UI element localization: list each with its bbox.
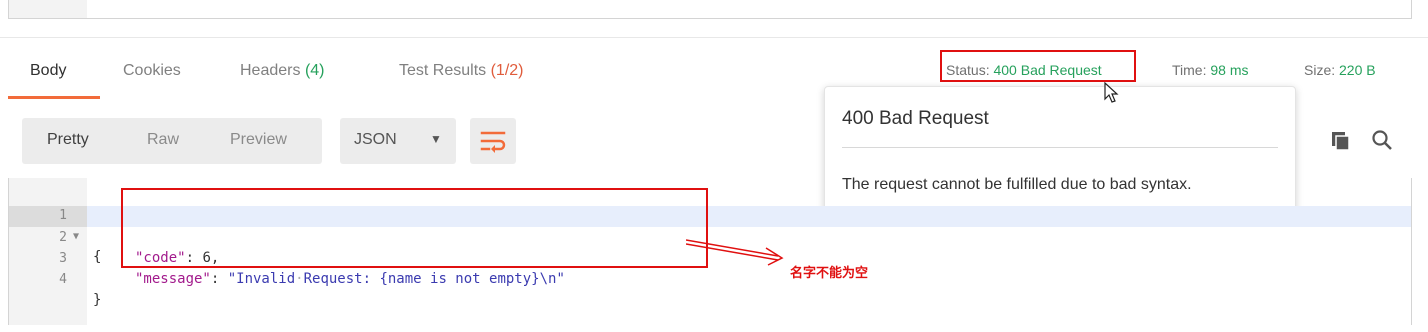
request-body-panel: [8, 0, 1412, 19]
search-button[interactable]: [1370, 128, 1394, 157]
time-label: Time:: [1172, 62, 1207, 78]
view-preview-button[interactable]: Preview: [230, 131, 287, 149]
size-value: 220 B: [1339, 62, 1376, 78]
annotation-note: 名字不能为空: [790, 266, 869, 281]
chevron-down-icon: ▼: [430, 132, 442, 146]
size-meta[interactable]: Size: 220 B: [1304, 62, 1376, 78]
tab-test-results-count: (1/2): [490, 62, 524, 79]
tab-body[interactable]: Body: [30, 62, 66, 80]
whitespace-dot: ·: [295, 271, 304, 287]
time-meta[interactable]: Time: 98 ms: [1172, 62, 1249, 78]
size-label: Size:: [1304, 62, 1336, 78]
line-number: 4: [59, 272, 67, 287]
request-gutter: [9, 0, 87, 18]
tab-cookies-label: Cookies: [123, 62, 181, 79]
tab-test-results-label: Test Results: [399, 62, 487, 79]
mouse-cursor-icon: [1104, 81, 1120, 109]
format-select[interactable]: JSON ▼: [340, 118, 456, 164]
code-text: "message": "Invalid·Request: {name is no…: [135, 271, 565, 287]
copy-icon: [1332, 132, 1350, 151]
view-pretty-button[interactable]: Pretty: [47, 131, 89, 149]
panel-divider: [0, 37, 1428, 38]
json-key-message: "message": [135, 271, 211, 287]
tab-headers-label: Headers: [240, 62, 301, 79]
status-highlight-box: [940, 50, 1136, 82]
json-value-message-part2: Request: {name is not empty}\n": [303, 271, 565, 287]
tab-headers-count: (4): [304, 62, 325, 79]
copy-button[interactable]: [1330, 130, 1352, 157]
format-select-value: JSON: [354, 131, 397, 148]
tooltip-title: 400 Bad Request: [842, 108, 989, 129]
tab-cookies[interactable]: Cookies: [123, 62, 181, 80]
tab-headers[interactable]: Headers (4): [240, 62, 325, 80]
active-tab-indicator: [8, 96, 100, 99]
view-raw-button[interactable]: Raw: [147, 131, 179, 149]
tab-test-results[interactable]: Test Results (1/2): [399, 62, 524, 80]
wrap-lines-icon: [480, 131, 506, 153]
wrap-lines-button[interactable]: [470, 118, 516, 164]
search-icon: [1372, 130, 1392, 150]
annotation-arrow-icon: [686, 239, 784, 266]
annotation-box: [121, 188, 708, 268]
json-value-message-part1: "Invalid: [227, 271, 296, 287]
code-text: }: [93, 292, 102, 308]
time-value: 98 ms: [1210, 62, 1249, 78]
tooltip-divider: [842, 147, 1278, 148]
view-mode-group: Pretty Raw Preview: [22, 118, 322, 164]
tab-body-label: Body: [30, 62, 67, 79]
